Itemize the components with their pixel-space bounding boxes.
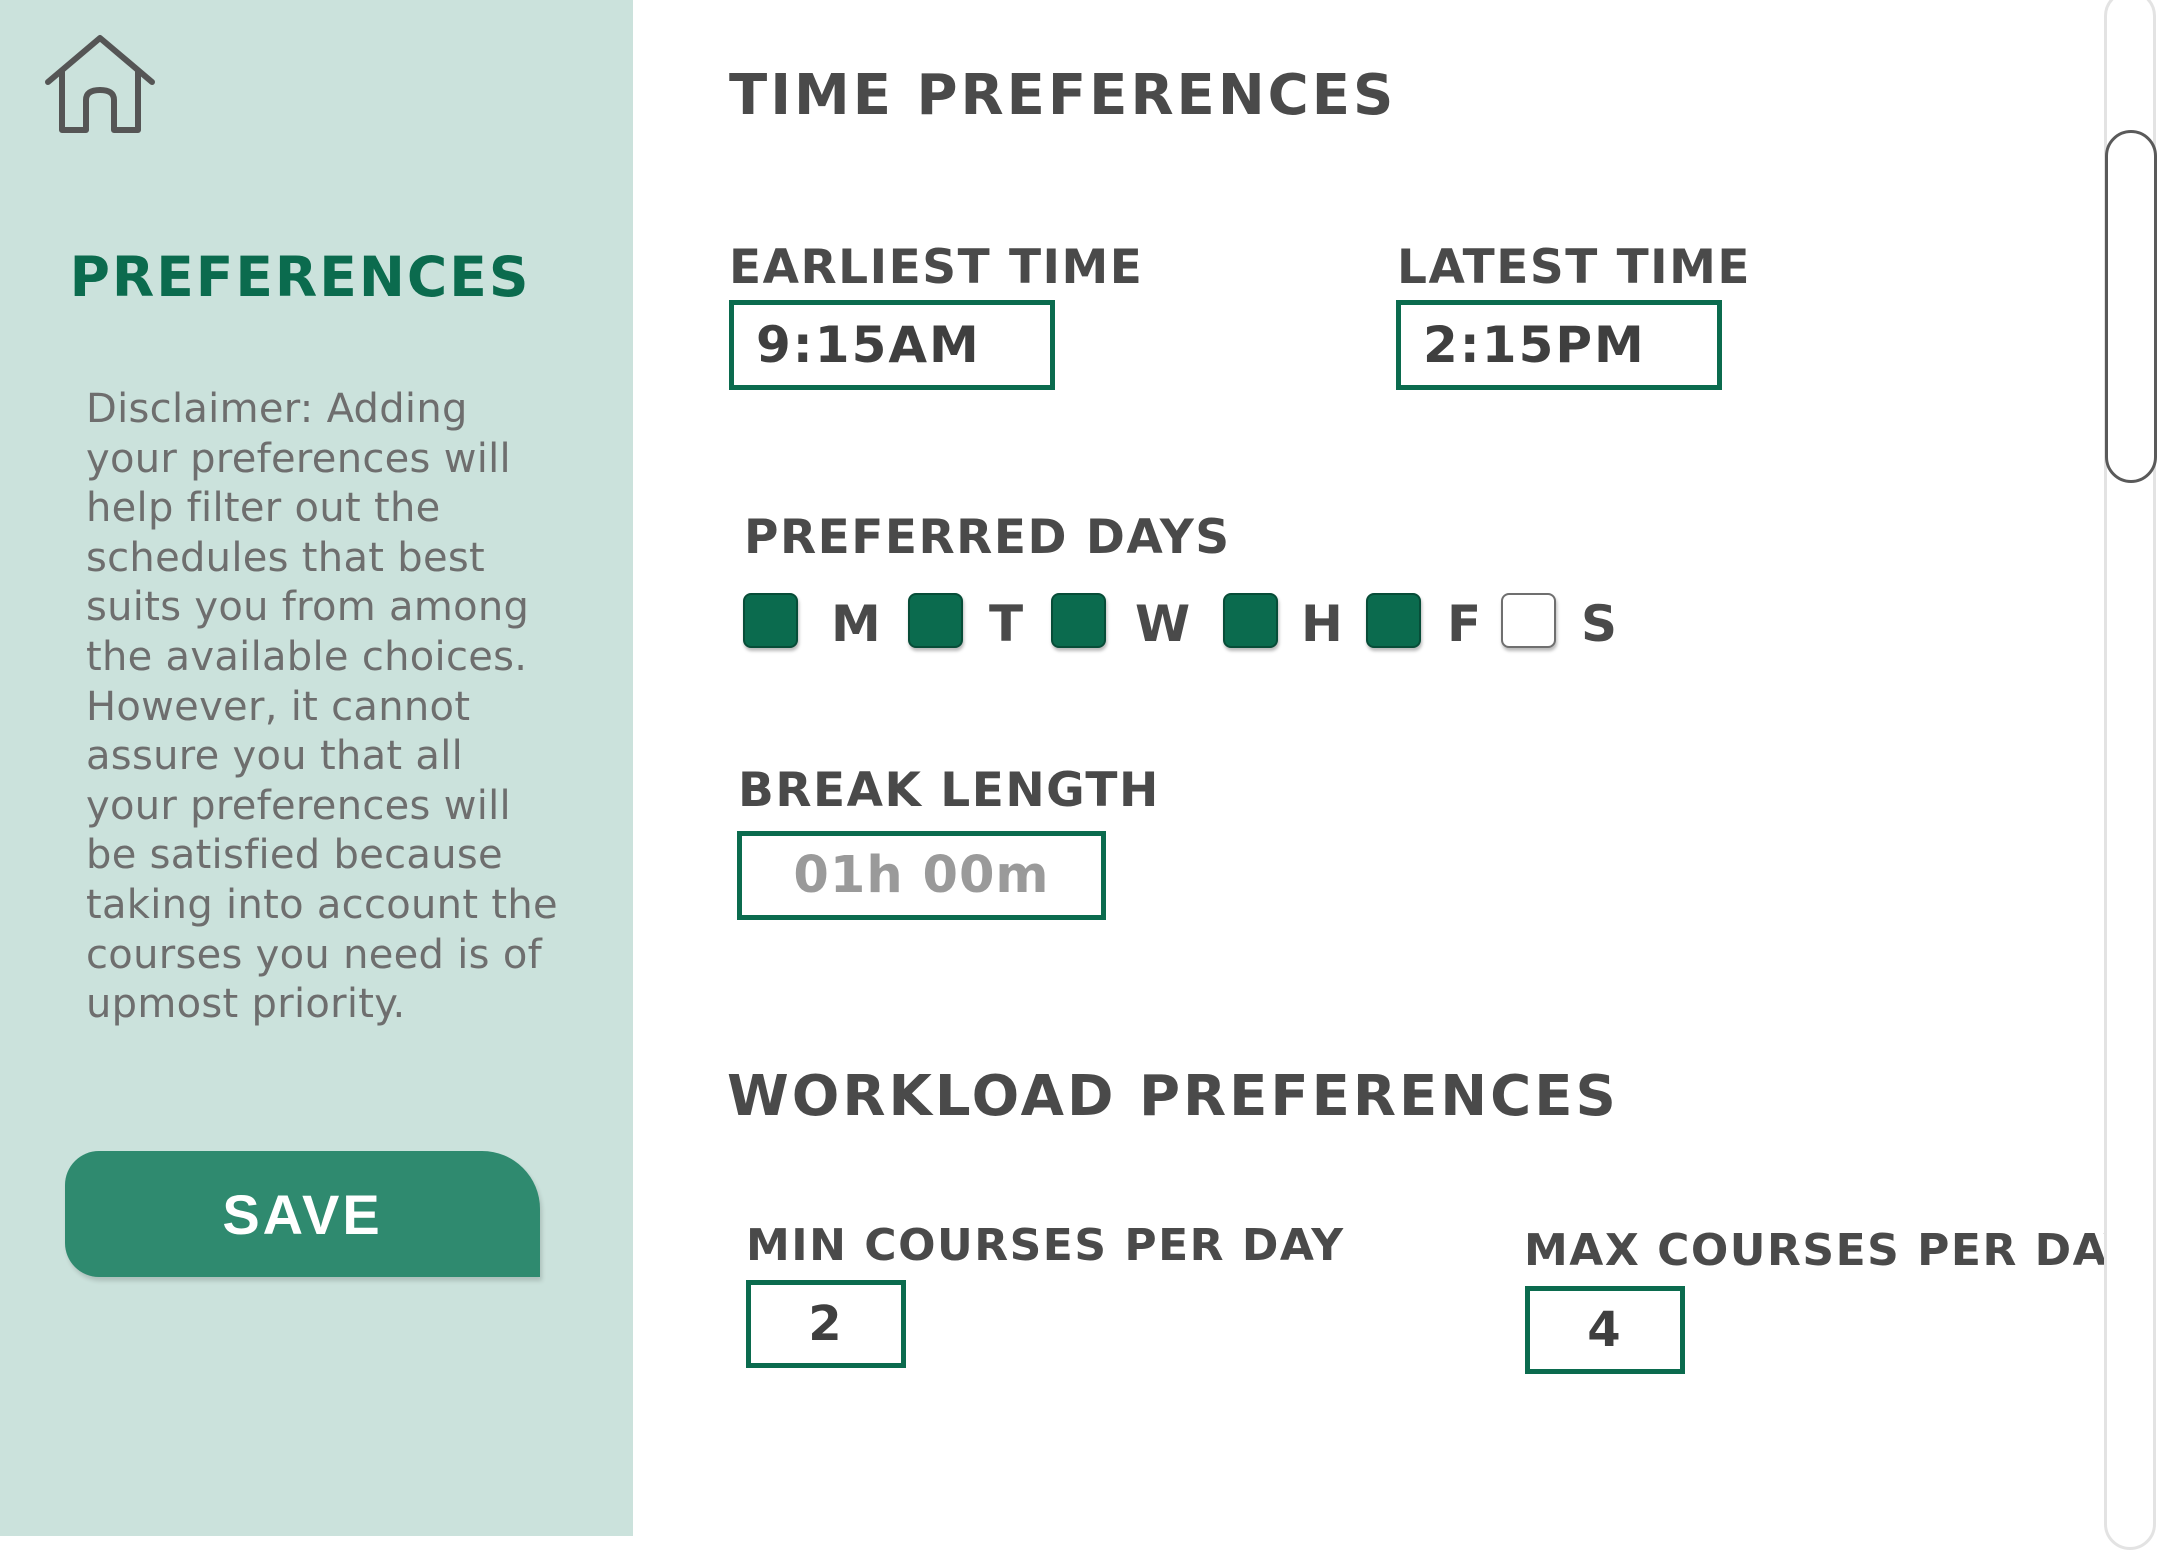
latest-time-label: LATEST TIME — [1397, 240, 1752, 295]
day-letter-h: H — [1301, 595, 1343, 653]
day-checkbox-w[interactable] — [1051, 593, 1106, 648]
min-courses-input[interactable]: 2 — [746, 1280, 906, 1368]
day-letter-w: W — [1135, 595, 1191, 653]
day-letter-f: F — [1447, 595, 1482, 653]
break-length-input[interactable]: 01h 00m — [737, 831, 1106, 920]
break-length-label: BREAK LENGTH — [738, 763, 1160, 818]
scrollbar-thumb[interactable] — [2105, 130, 2157, 483]
day-checkbox-h[interactable] — [1223, 593, 1278, 648]
save-button[interactable]: SAVE — [65, 1151, 540, 1277]
preferred-days-label: PREFERRED DAYS — [744, 510, 1231, 565]
sidebar-title: PREFERENCES — [69, 245, 531, 309]
day-letter-s: S — [1581, 595, 1618, 653]
max-courses-input[interactable]: 4 — [1525, 1286, 1685, 1374]
max-courses-label: MAX COURSES PER DAY — [1524, 1225, 2138, 1276]
workload-preferences-title: WORKLOAD PREFERENCES — [727, 1064, 1619, 1129]
day-checkbox-t[interactable] — [908, 593, 963, 648]
disclaimer-text: Disclaimer: Adding your preferences will… — [86, 386, 558, 1028]
home-icon — [45, 35, 155, 133]
min-courses-label: MIN COURSES PER DAY — [746, 1220, 1345, 1271]
earliest-time-label: EARLIEST TIME — [729, 240, 1144, 295]
day-checkbox-f[interactable] — [1366, 593, 1421, 648]
day-checkbox-m[interactable] — [743, 593, 798, 648]
latest-time-input[interactable]: 2:15PM — [1396, 300, 1722, 390]
earliest-time-input[interactable]: 9:15AM — [729, 300, 1055, 390]
home-button[interactable] — [44, 32, 156, 136]
sidebar: PREFERENCES Disclaimer: Adding your pref… — [0, 0, 633, 1536]
day-checkbox-s[interactable] — [1501, 593, 1556, 648]
day-letter-t: T — [989, 595, 1024, 653]
day-letter-m: M — [831, 595, 881, 653]
time-preferences-title: TIME PREFERENCES — [729, 63, 1397, 128]
